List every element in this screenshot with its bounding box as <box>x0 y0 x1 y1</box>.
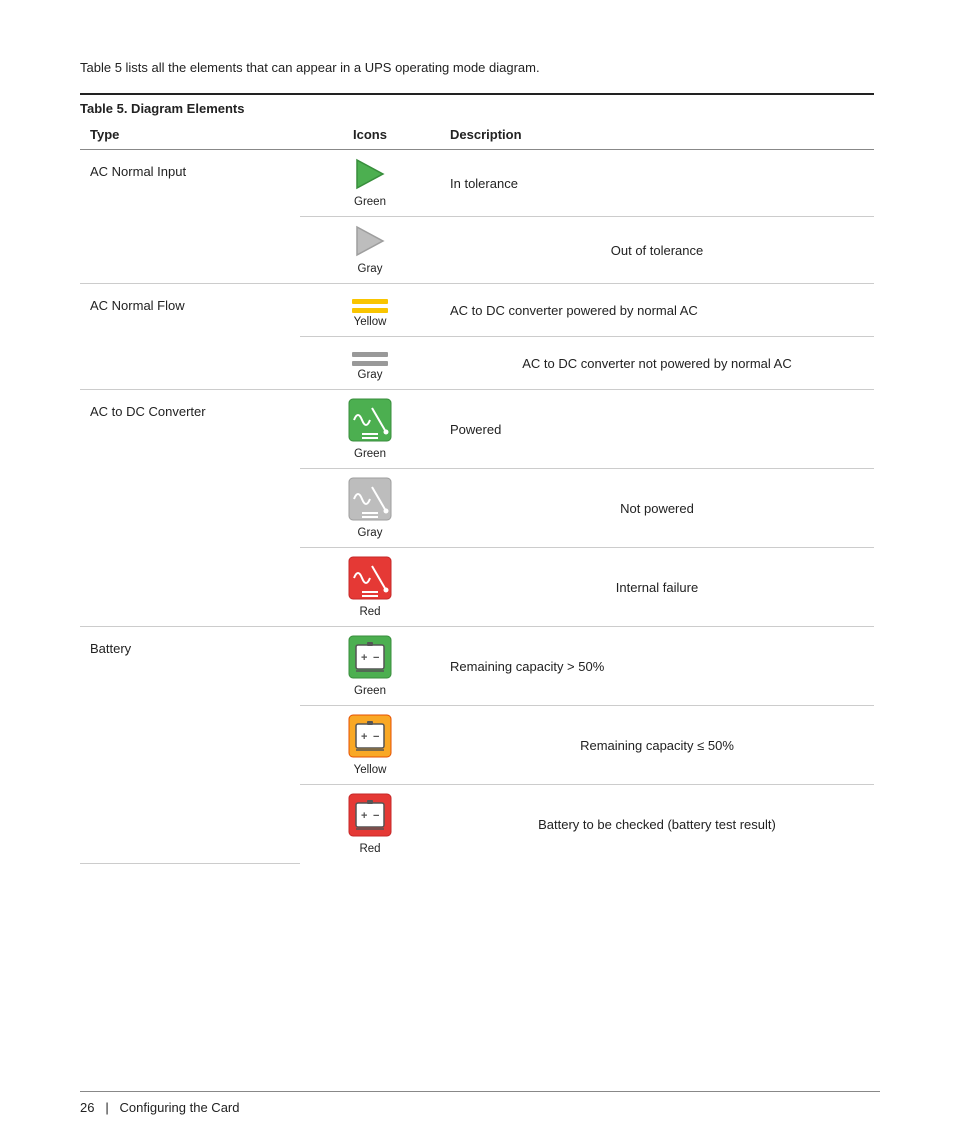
icon-cell-red-battery: + − Red <box>300 785 440 864</box>
svg-text:+: + <box>361 731 367 743</box>
green-converter-icon <box>348 398 392 442</box>
icon-label-gray: Gray <box>310 263 430 275</box>
gray-triangle-icon <box>355 225 385 257</box>
icon-label-red2: Red <box>310 843 430 855</box>
desc-not-powered: Not powered <box>440 469 874 548</box>
type-battery: Battery <box>80 627 300 864</box>
table-row: Battery + − Green Remaining capacity > 5… <box>80 627 874 706</box>
svg-text:+: + <box>361 652 367 664</box>
icon-cell-gray-lines: Gray <box>300 337 440 390</box>
icon-cell-yellow-lines: Yellow <box>300 284 440 337</box>
icon-label-green2: Green <box>310 448 430 460</box>
gray-lines-icon <box>352 352 388 366</box>
table-title: Table 5. Diagram Elements <box>80 93 874 120</box>
icon-cell-red-converter: Red <box>300 548 440 627</box>
desc-ac-to-dc-not-powered: AC to DC converter not powered by normal… <box>440 337 874 390</box>
red-converter-icon <box>348 556 392 600</box>
col-description: Description <box>440 120 874 150</box>
icon-cell-yellow-battery: + − Yellow <box>300 706 440 785</box>
type-ac-to-dc-converter: AC to DC Converter <box>80 390 300 627</box>
svg-text:−: − <box>373 652 379 664</box>
icon-label-red: Red <box>310 606 430 618</box>
desc-battery-check: Battery to be checked (battery test resu… <box>440 785 874 864</box>
icon-label-gray2: Gray <box>310 369 430 381</box>
desc-powered: Powered <box>440 390 874 469</box>
col-type: Type <box>80 120 300 150</box>
diagram-elements-table: Type Icons Description AC Normal Input G… <box>80 120 874 864</box>
yellow-battery-icon: + − <box>348 714 392 758</box>
col-icons: Icons <box>300 120 440 150</box>
type-ac-normal-flow: AC Normal Flow <box>80 284 300 390</box>
icon-cell-green-converter: Green <box>300 390 440 469</box>
icon-cell-gray-triangle: Gray <box>300 217 440 284</box>
desc-out-of-tolerance: Out of tolerance <box>440 217 874 284</box>
icon-cell-gray-converter: Gray <box>300 469 440 548</box>
table-row: AC Normal Input Green In tolerance <box>80 150 874 217</box>
icon-label-yellow2: Yellow <box>310 764 430 776</box>
desc-ac-to-dc-powered: AC to DC converter powered by normal AC <box>440 284 874 337</box>
yellow-lines-icon <box>352 299 388 313</box>
footer: 26 | Configuring the Card <box>80 1091 880 1115</box>
footer-section: Configuring the Card <box>120 1100 240 1115</box>
svg-text:+: + <box>361 810 367 822</box>
svg-text:−: − <box>373 810 379 822</box>
green-triangle-icon <box>355 158 385 190</box>
svg-text:−: − <box>373 731 379 743</box>
desc-in-tolerance: In tolerance <box>440 150 874 217</box>
footer-divider <box>80 1091 880 1092</box>
icon-label-yellow: Yellow <box>310 316 430 328</box>
icon-cell-green-triangle: Green <box>300 150 440 217</box>
intro-text: Table 5 lists all the elements that can … <box>80 60 874 75</box>
footer-separator: | <box>98 1100 119 1115</box>
desc-internal-failure: Internal failure <box>440 548 874 627</box>
icon-label-green3: Green <box>310 685 430 697</box>
table-row: AC to DC Converter Green Powered <box>80 390 874 469</box>
page-number: 26 <box>80 1100 94 1115</box>
icon-cell-green-battery: + − Green <box>300 627 440 706</box>
green-battery-icon: + − <box>348 635 392 679</box>
type-ac-normal-input: AC Normal Input <box>80 150 300 284</box>
table-row: AC Normal Flow Yellow AC to DC converter… <box>80 284 874 337</box>
icon-label-green: Green <box>310 196 430 208</box>
desc-remaining-capacity-50plus: Remaining capacity > 50% <box>440 627 874 706</box>
desc-remaining-capacity-50minus: Remaining capacity ≤ 50% <box>440 706 874 785</box>
red-battery-icon: + − <box>348 793 392 837</box>
icon-label-gray3: Gray <box>310 527 430 539</box>
gray-converter-icon <box>348 477 392 521</box>
